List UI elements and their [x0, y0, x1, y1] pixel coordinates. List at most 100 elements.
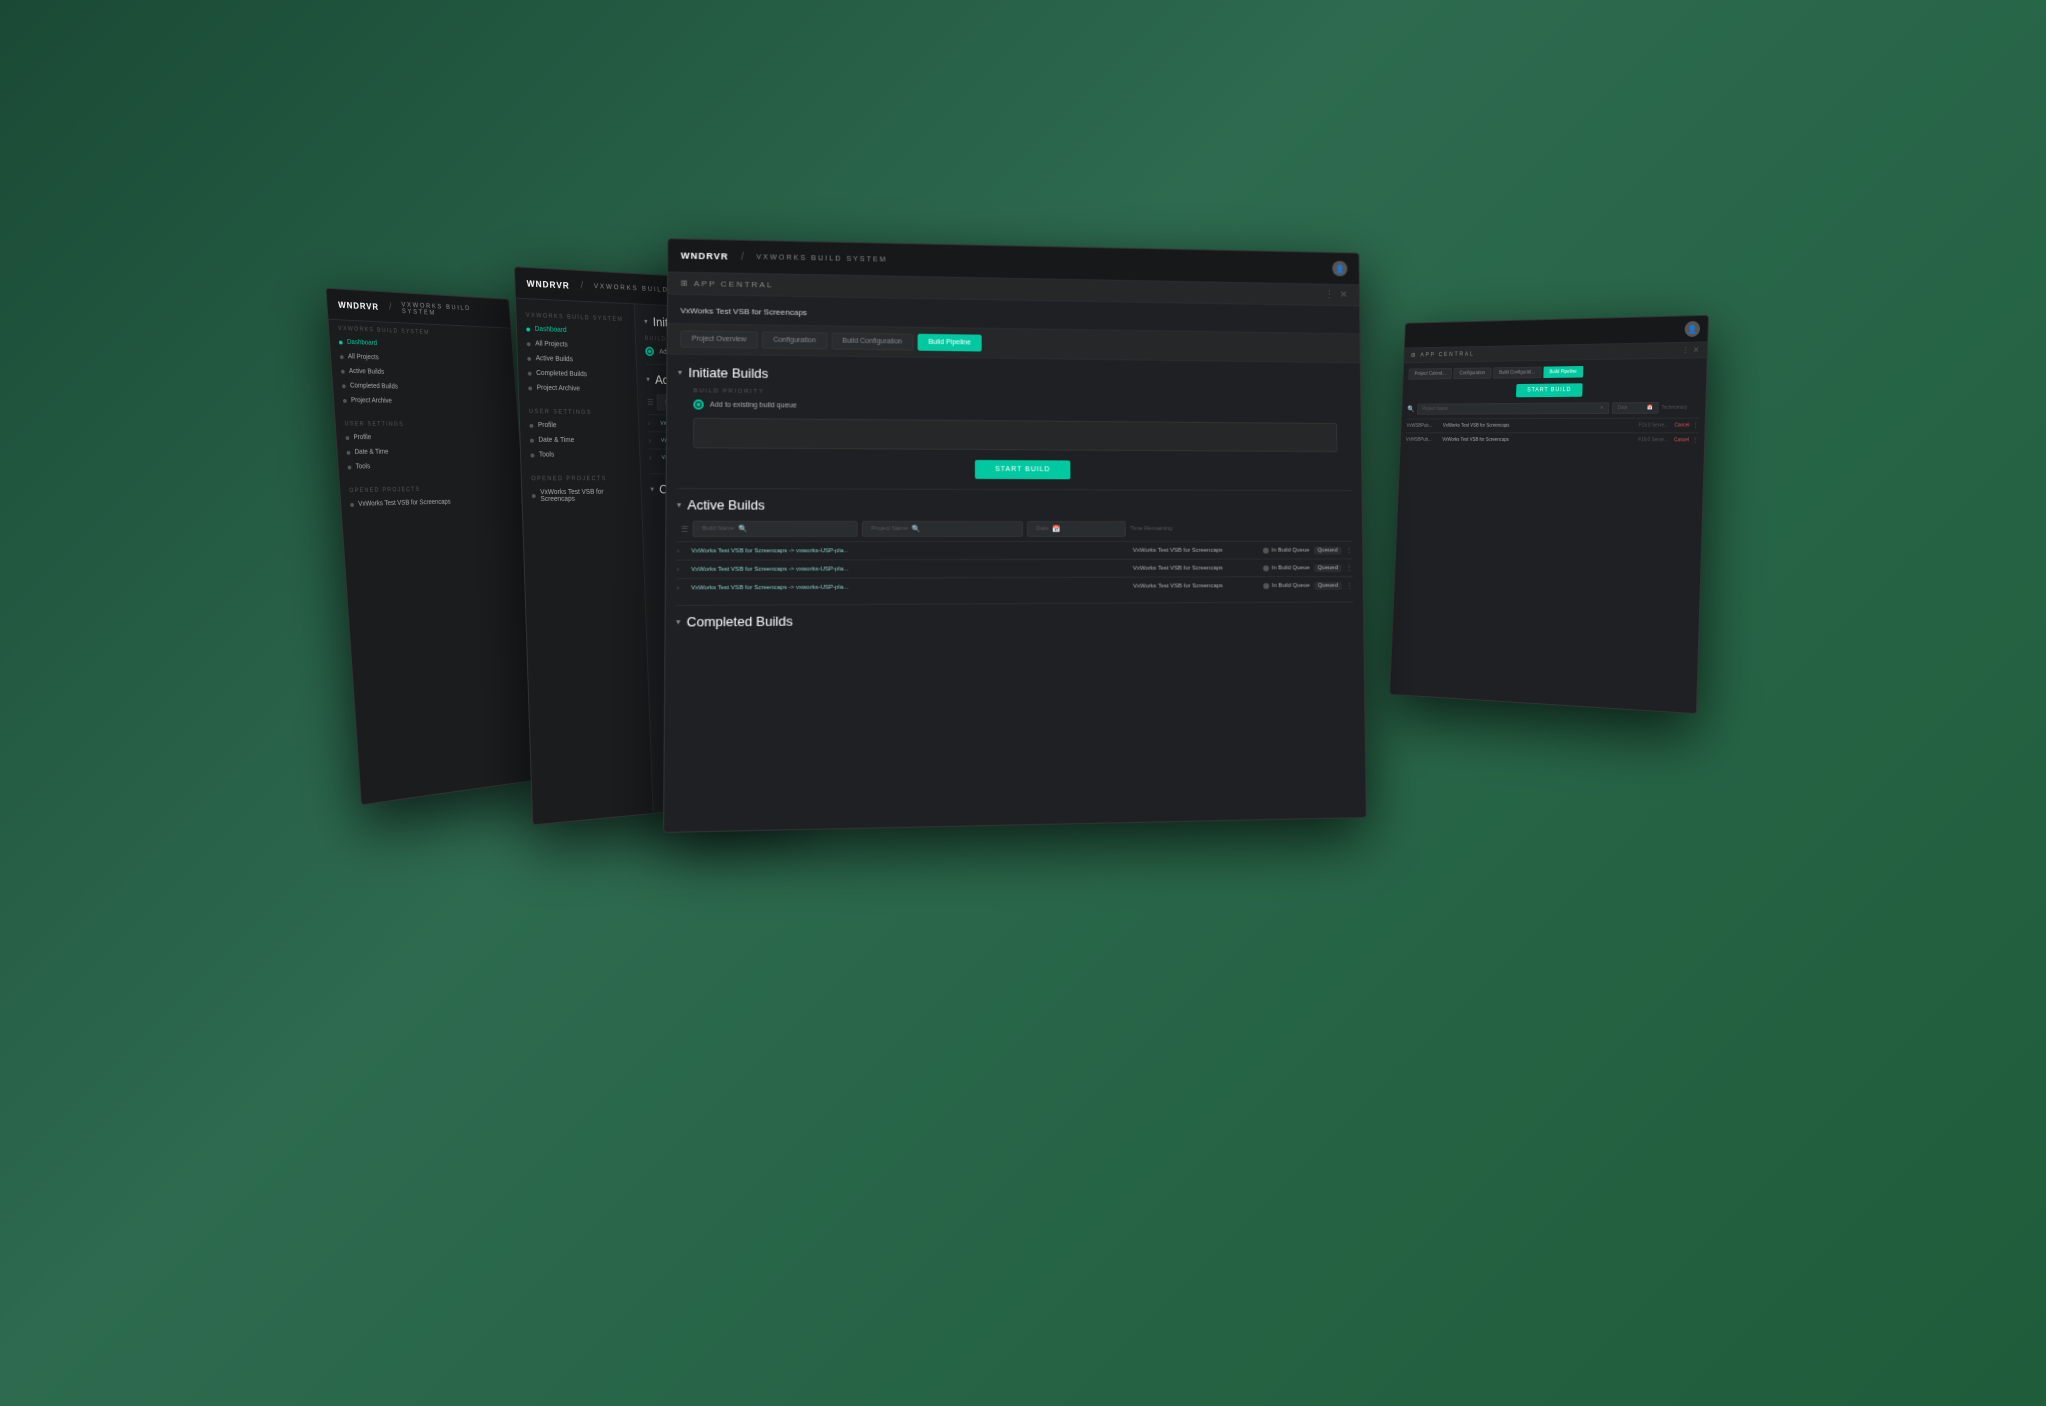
card3-row2-project: VxWorks Test VSB for Screencaps	[1133, 565, 1259, 571]
card-3-completed-title: Completed Builds	[687, 613, 793, 629]
card-3: WNDRVR / VXWORKS BUILD SYSTEM 👤 ⊞ APP CE…	[663, 238, 1367, 833]
close-icon[interactable]: ✕	[1340, 290, 1348, 301]
card-3-build-priority: BUILD PRIORITY	[693, 388, 1336, 400]
card4-row1-cancel[interactable]: Cancel	[1674, 422, 1689, 428]
more-icon-2[interactable]: ⋮	[1345, 563, 1353, 572]
card-4: 👤 ⊞ APP CENTRAL ⋮ ✕ Project Calend... Co…	[1389, 315, 1709, 714]
scene: WNDRVR / VXWORKS BUILD SYSTEM VXWORKS BU…	[423, 253, 1623, 1153]
card-3-completed-chevron: ▾	[676, 617, 680, 626]
card4-row2-project: VxWorks Test VSB for Screencaps	[1442, 437, 1635, 443]
card-1-title: VXWORKS BUILD SYSTEM	[401, 301, 500, 319]
search-icon-project: 🔍	[912, 525, 921, 533]
card3-row3-chevron: ›	[676, 583, 687, 592]
card4-tab-4[interactable]: Build Pipeline	[1543, 366, 1583, 378]
card-3-build-input[interactable]	[693, 418, 1337, 452]
card3-row2-status: In Build Queue	[1263, 565, 1310, 571]
grid-icon: ⊞	[681, 279, 688, 288]
card4-start-build-btn[interactable]: START BUILD	[1516, 383, 1582, 397]
tab-build-pipeline[interactable]: Build Pipeline	[917, 334, 982, 352]
card-4-inner: Project Calend... Configuration Build Co…	[1400, 358, 1706, 453]
card-3-avatar: 👤	[1332, 261, 1347, 277]
more-options-icon[interactable]: ⋮	[1325, 289, 1335, 300]
card4-date-field[interactable]: Date 📅	[1612, 402, 1659, 414]
card-3-time-remaining: Time Remaining	[1130, 526, 1173, 532]
status-dot-2	[1263, 565, 1269, 571]
card3-row3-name: VxWorks Test VSB for Screencaps -> vxwor…	[691, 583, 1129, 591]
card-3-project-name: VxWorks Test VSB for Screencaps	[680, 306, 807, 317]
card-1-sep: /	[389, 302, 392, 313]
card-3-build-name-search[interactable]: Build Name 🔍	[693, 521, 858, 537]
tab-build-configuration[interactable]: Build Configuration	[831, 333, 913, 351]
card-3-date-field[interactable]: Date 📅	[1027, 521, 1126, 537]
sidebar-label-all-projects: All Projects	[348, 353, 379, 361]
sidebar-item-profile[interactable]: Profile	[336, 430, 520, 445]
card-3-initiate-header: ▾ Initiate Builds	[678, 365, 1351, 388]
card-2-completed-chevron: ▾	[650, 485, 654, 494]
card-2-sidebar-tools[interactable]: Tools	[521, 447, 640, 462]
card-1: WNDRVR / VXWORKS BUILD SYSTEM VXWORKS BU…	[325, 288, 546, 806]
tab-configuration[interactable]: Configuration	[762, 332, 827, 350]
card-4-tabs: Project Calend... Configuration Build Co…	[1408, 364, 1700, 380]
card-1-logo: WNDRVR	[338, 300, 379, 312]
card3-row3-badge: Queued	[1314, 581, 1342, 589]
tab-project-overview[interactable]: Project Overview	[680, 330, 758, 348]
row3-chevron: ›	[649, 453, 658, 462]
sidebar-item-datetime[interactable]: Date & Time	[337, 445, 521, 460]
card-2-projects-section: OPENED PROJECTS	[522, 470, 641, 485]
card-4-app-central-text: APP CENTRAL	[1420, 351, 1474, 358]
card4-search-icon: 🔍	[1407, 406, 1415, 413]
card-2-sidebar-project[interactable]: VxWorks Test VSB for Screencaps	[522, 485, 641, 507]
search-icon-build: 🔍	[738, 525, 747, 533]
card3-row1-name: VxWorks Test VSB for Screencaps -> vxwor…	[691, 547, 1129, 554]
card-2-radio-circle[interactable]	[645, 346, 654, 356]
card-3-radio-label: Add to existing build queue	[710, 401, 797, 409]
card4-tab-1[interactable]: Project Calend...	[1408, 368, 1452, 380]
card-3-main: ▾ Initiate Builds BUILD PRIORITY Add to …	[664, 354, 1365, 815]
sidebar-item-tools[interactable]: Tools	[338, 459, 522, 475]
start-build-btn[interactable]: START BUILD	[975, 460, 1070, 479]
card4-tab-2[interactable]: Configuration	[1453, 367, 1491, 379]
card-2-sidebar-datetime[interactable]: Date & Time	[520, 433, 639, 449]
card-4-header-right: 👤	[1684, 321, 1700, 337]
filter-icon-card3: ☰	[681, 524, 689, 533]
card-2-sidebar-profile[interactable]: Profile	[520, 418, 639, 434]
card-3-radio-row: Add to existing build queue	[693, 399, 1337, 415]
more-icon-1[interactable]: ⋮	[1345, 546, 1353, 555]
card4-row2-more[interactable]: ⋮	[1692, 436, 1699, 444]
card4-close-icon[interactable]: ✕	[1693, 346, 1700, 355]
sidebar-label-project-vxworks: VxWorks Test VSB for Screencaps	[358, 499, 451, 508]
app-central-text: APP CENTRAL	[694, 279, 774, 289]
sidebar-item-project-archive[interactable]: Project Archive	[334, 393, 517, 410]
card4-row1-more[interactable]: ⋮	[1692, 421, 1699, 429]
card4-tab-3[interactable]: Build Configurati...	[1493, 367, 1542, 379]
card-3-build-row-3: › VxWorks Test VSB for Screencaps -> vxw…	[676, 576, 1353, 597]
card-3-initiate-title: Initiate Builds	[688, 365, 768, 381]
sidebar-label-profile: Profile	[353, 434, 371, 441]
card4-row2-cancel[interactable]: Cancel	[1674, 437, 1689, 443]
card-2-sidebar-archive[interactable]: Project Archive	[519, 380, 638, 397]
status-dot-1	[1263, 547, 1269, 553]
more-icon-3[interactable]: ⋮	[1346, 581, 1354, 590]
card-3-radio[interactable]	[693, 399, 703, 409]
card-4-grid-icon: ⊞	[1411, 352, 1415, 359]
card3-row2-name: VxWorks Test VSB for Screencaps -> vxwor…	[691, 565, 1129, 572]
sidebar-label-project-archive: Project Archive	[351, 397, 392, 404]
card-3-project-name-search[interactable]: Project Name 🔍	[862, 521, 1023, 537]
card4-row1-id: VxWSBPub...	[1406, 423, 1440, 429]
card-4-avatar: 👤	[1684, 321, 1700, 337]
sidebar-label-completed-builds: Completed Builds	[350, 383, 398, 391]
sidebar-label-datetime: Date & Time	[354, 449, 388, 456]
card3-row1-chevron: ›	[677, 546, 688, 555]
row1-chevron: ›	[648, 419, 657, 428]
card4-project-search[interactable]: Project Name ✕	[1417, 402, 1610, 414]
card4-row2-id: VxWSBPub...	[1406, 437, 1440, 443]
card-3-active-chevron: ▾	[677, 500, 681, 509]
card-3-radio-inner	[696, 403, 700, 407]
sidebar-item-project-vxworks[interactable]: VxWorks Test VSB for Screencaps	[341, 494, 525, 513]
sidebar-label-tools: Tools	[355, 463, 370, 470]
card4-more-icon[interactable]: ⋮	[1681, 346, 1689, 355]
card3-row1-badge: Queued	[1313, 546, 1341, 554]
card4-time-label: Technomary	[1661, 405, 1699, 411]
sidebar-label-active-builds: Active Builds	[349, 368, 385, 376]
card3-row1-status: In Build Queue	[1263, 547, 1310, 553]
